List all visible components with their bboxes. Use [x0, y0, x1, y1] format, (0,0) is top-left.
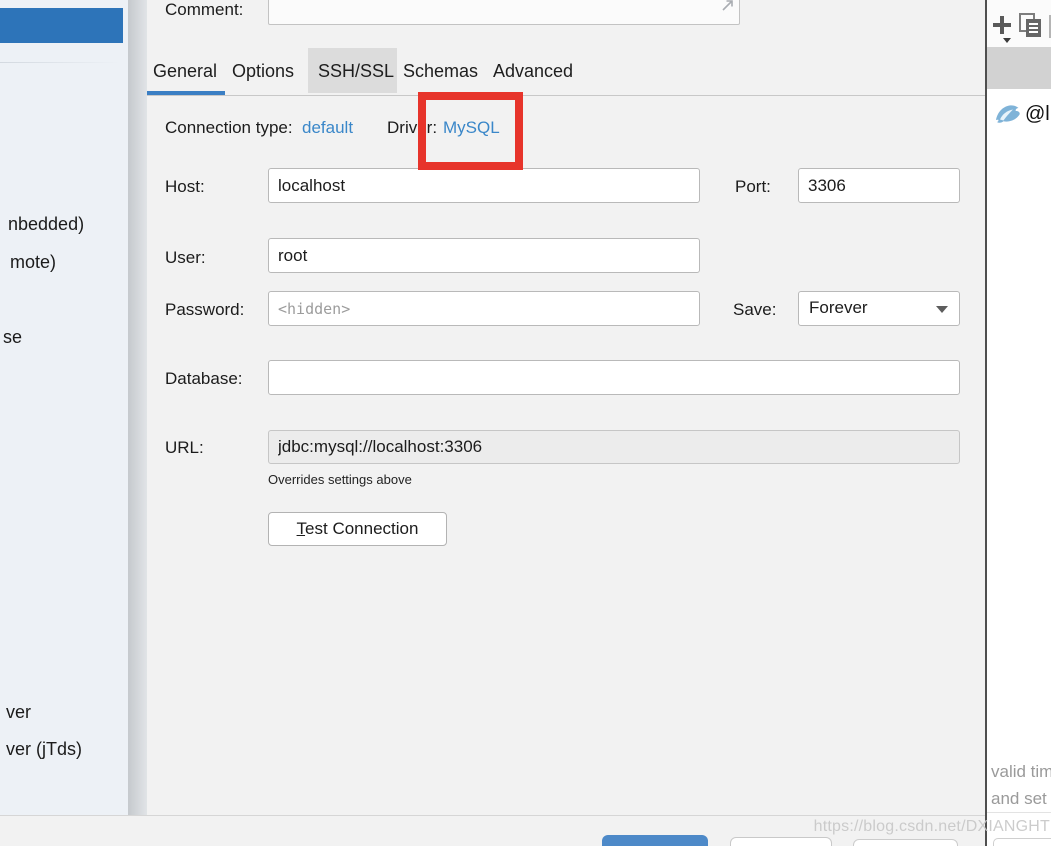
add-data-source-icon[interactable] [992, 14, 1014, 49]
host-input[interactable] [268, 168, 700, 203]
password-label: Password: [165, 300, 244, 320]
url-label: URL: [165, 438, 204, 458]
tab-advanced[interactable]: Advanced [493, 61, 573, 82]
tab-options[interactable]: Options [232, 61, 294, 82]
footer-separator [0, 815, 985, 816]
data-source-name: @l [1025, 103, 1050, 126]
chevron-down-icon [936, 306, 948, 313]
mysql-dolphin-icon [994, 99, 1022, 134]
test-connection-button[interactable]: Test Connection [268, 512, 447, 546]
tab-general[interactable]: General [153, 61, 217, 82]
watermark: https://blog.csdn.net/DXIANGHT [814, 818, 1050, 836]
connection-settings-panel: Comment: General Options SSH/SSL Schemas… [147, 0, 985, 846]
tab-schemas[interactable]: Schemas [403, 61, 478, 82]
annotation-red-box [418, 92, 523, 170]
apply-button[interactable] [853, 839, 958, 846]
tab-ssh-ssl[interactable]: SSH/SSL [318, 61, 394, 82]
connection-type-label: Connection type: [165, 118, 293, 138]
host-label: Host: [165, 177, 205, 197]
sidebar-item[interactable]: ver (jTds) [6, 739, 82, 760]
sidebar-separator [0, 62, 120, 63]
test-connection-mnemonic: T [297, 519, 306, 538]
selected-driver-row[interactable] [0, 8, 123, 43]
url-input[interactable] [268, 430, 960, 464]
status-message-line2: and set ' [991, 789, 1051, 809]
connection-type-link[interactable]: default [302, 118, 353, 138]
sidebar-item[interactable]: mote) [10, 252, 56, 273]
right-footer-button[interactable] [993, 838, 1051, 846]
ok-button[interactable] [602, 835, 708, 846]
password-input[interactable] [268, 291, 700, 326]
test-connection-label: est Connection [305, 519, 418, 538]
save-label: Save: [733, 300, 776, 320]
comment-input[interactable] [268, 0, 740, 25]
data-sources-dialog: nbedded) mote) se ver ver (jTds) Comment… [0, 0, 1051, 846]
selected-data-source-row[interactable]: @l [987, 47, 1051, 89]
duplicate-icon[interactable] [1018, 12, 1044, 45]
right-footer-separator [987, 812, 1051, 813]
cancel-button[interactable] [730, 837, 832, 846]
sidebar-scrollbar[interactable] [128, 0, 147, 816]
port-input[interactable] [798, 168, 960, 203]
url-hint: Overrides settings above [268, 472, 412, 487]
sidebar-item[interactable]: se [3, 327, 22, 348]
drivers-list-panel: nbedded) mote) se ver ver (jTds) [0, 0, 128, 816]
sidebar-item[interactable]: nbedded) [8, 214, 84, 235]
comment-label: Comment: [165, 0, 243, 20]
save-dropdown[interactable]: Forever [798, 291, 960, 326]
save-dropdown-value: Forever [809, 298, 868, 318]
database-input[interactable] [268, 360, 960, 395]
port-label: Port: [735, 177, 771, 197]
data-source-tree-panel: @l valid tim and set ' [985, 0, 1051, 846]
database-label: Database: [165, 369, 243, 389]
tabs-bottom-border [147, 95, 985, 96]
status-message-line1: valid tim [991, 762, 1051, 782]
expand-editor-icon[interactable] [719, 0, 736, 19]
user-label: User: [165, 248, 206, 268]
sidebar-item[interactable]: ver [6, 702, 31, 723]
tree-toolbar [987, 0, 1051, 47]
user-input[interactable] [268, 238, 700, 273]
